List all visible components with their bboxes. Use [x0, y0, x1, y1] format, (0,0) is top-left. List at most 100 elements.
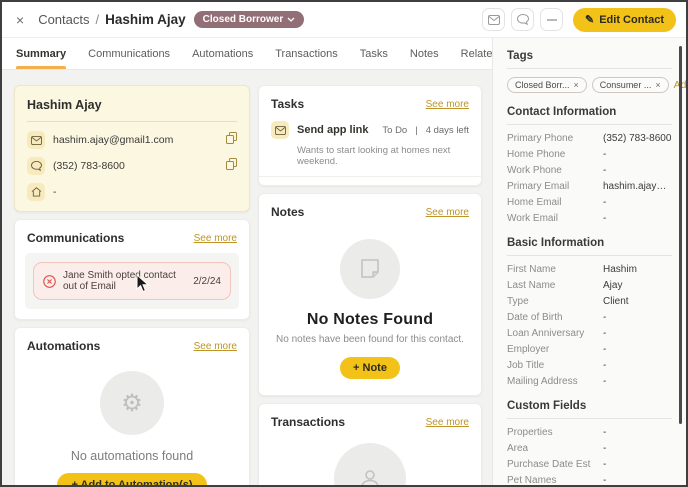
contact-name-heading: Hashim Ajay — [105, 12, 186, 27]
tab-summary[interactable]: Summary — [16, 38, 67, 69]
field-row: Home Phone - — [507, 149, 672, 160]
top-bar-actions: ✎ Edit Contact — [482, 7, 676, 32]
field-label: Type — [507, 296, 529, 307]
task-row[interactable]: Send app link To Do | 4 days left — [259, 117, 481, 139]
edit-contact-button[interactable]: ✎ Edit Contact — [573, 7, 676, 32]
message-action-button[interactable] — [511, 8, 534, 31]
field-value: Client — [603, 296, 629, 307]
contact-card-name: Hashim Ajay — [27, 98, 237, 122]
field-value: - — [603, 328, 607, 339]
field-row: Loan Anniversary - — [507, 328, 672, 339]
field-label: Primary Email — [507, 181, 570, 192]
basic-information-section: Basic Information First Name Hashim Last … — [507, 237, 672, 387]
tags-list: Closed Borr... × Consumer ... × Add Tag — [507, 77, 686, 93]
field-value: - — [603, 149, 607, 160]
more-actions-button[interactable] — [540, 8, 563, 31]
envelope-icon — [487, 14, 500, 25]
opt-out-message: Jane Smith opted contact out of Email — [63, 270, 176, 292]
field-value: - — [603, 213, 607, 224]
copy-email-icon[interactable] — [226, 131, 237, 149]
automations-empty-text: No automations found — [70, 449, 194, 463]
email-action-button[interactable] — [482, 8, 505, 31]
automations-see-more-link[interactable]: See more — [194, 341, 237, 352]
add-note-button[interactable]: + Note — [340, 357, 400, 379]
field-row: Properties - — [507, 427, 672, 438]
communications-card: Communications See more Jane Smith opted… — [14, 219, 250, 320]
field-value: Hashim — [603, 264, 637, 275]
notes-empty-circle — [340, 239, 400, 299]
tag-consumer[interactable]: Consumer ... × — [591, 77, 669, 93]
tasks-card: Tasks See more Send app link To Do | 4 d… — [258, 85, 482, 186]
field-row: Last Name Ajay — [507, 280, 672, 291]
field-row: Area - — [507, 443, 672, 454]
breadcrumb-contacts[interactable]: Contacts — [38, 12, 89, 27]
field-value: - — [603, 312, 607, 323]
field-value: - — [603, 344, 607, 355]
task-description: Wants to start looking at homes next wee… — [259, 139, 481, 177]
transactions-empty-state — [259, 435, 481, 485]
transactions-see-more-link[interactable]: See more — [426, 417, 469, 428]
field-row: Type Client — [507, 296, 672, 307]
edit-pencil-icon: ✎ — [585, 14, 595, 26]
home-icon — [27, 183, 45, 201]
tags-heading: Tags — [507, 50, 672, 69]
tag-label: Consumer ... — [599, 80, 652, 90]
field-label: Area — [507, 443, 529, 454]
note-icon — [361, 259, 379, 278]
automations-empty-circle: ⚙ — [100, 371, 164, 435]
field-label: Home Email — [507, 197, 562, 208]
person-icon — [361, 470, 379, 485]
tab-automations[interactable]: Automations — [192, 38, 253, 69]
field-value: hashim.ajay@gmail1.co... — [603, 181, 672, 192]
communications-see-more-link[interactable]: See more — [194, 233, 237, 244]
contact-information-heading: Contact Information — [507, 106, 672, 125]
task-status: To Do — [382, 124, 408, 136]
close-icon[interactable]: × — [16, 12, 24, 28]
transactions-title: Transactions — [271, 415, 346, 429]
opt-out-alert[interactable]: Jane Smith opted contact out of Email 2/… — [33, 262, 231, 300]
contact-email-value[interactable]: hashim.ajay@gmail1.com — [53, 134, 218, 146]
tag-label: Closed Borr... — [515, 80, 570, 90]
tab-notes[interactable]: Notes — [410, 38, 439, 69]
remove-tag-icon[interactable]: × — [574, 80, 579, 90]
copy-phone-icon[interactable] — [226, 157, 237, 175]
remove-tag-icon[interactable]: × — [655, 80, 660, 90]
field-row: Primary Phone (352) 783-8600 — [507, 133, 672, 144]
sidebar-scrollbar[interactable] — [679, 46, 682, 424]
tasks-title: Tasks — [271, 97, 305, 111]
tasks-see-more-link[interactable]: See more — [426, 99, 469, 110]
communications-title: Communications — [27, 231, 125, 245]
stage-badge[interactable]: Closed Borrower — [193, 11, 305, 28]
field-row: Work Email - — [507, 213, 672, 224]
transactions-card: Transactions See more — [258, 403, 482, 485]
tab-bar: Summary Communications Automations Trans… — [2, 38, 623, 70]
field-row: First Name Hashim — [507, 264, 672, 275]
contact-detail-window: × Contacts / Hashim Ajay Closed Borrower… — [0, 0, 688, 487]
task-meta-separator: | — [415, 124, 418, 136]
tag-closed-borrower[interactable]: Closed Borr... × — [507, 77, 587, 93]
field-label: Work Email — [507, 213, 558, 224]
tab-tasks[interactable]: Tasks — [360, 38, 388, 69]
field-label: Properties — [507, 427, 553, 438]
contact-phone-value[interactable]: (352) 783-8600 — [53, 160, 218, 172]
tab-transactions[interactable]: Transactions — [275, 38, 338, 69]
notes-see-more-link[interactable]: See more — [426, 207, 469, 218]
communications-list: Jane Smith opted contact out of Email 2/… — [25, 253, 239, 309]
gear-icon: ⚙ — [121, 389, 143, 417]
tasks-header: Tasks See more — [259, 86, 481, 117]
chat-bubble-icon — [516, 14, 529, 25]
add-to-automation-button[interactable]: + Add to Automation(s) — [57, 473, 207, 485]
field-row: Pet Names - — [507, 475, 672, 485]
task-envelope-icon — [271, 121, 289, 139]
field-value: - — [603, 197, 607, 208]
tab-communications[interactable]: Communications — [88, 38, 170, 69]
edit-contact-label: Edit Contact — [599, 13, 664, 26]
field-value: - — [603, 443, 607, 454]
custom-fields-section: Custom Fields Properties - Area - Purchase… — [507, 400, 672, 485]
field-label: Last Name — [507, 280, 556, 291]
field-value: Ajay — [603, 280, 623, 291]
field-label: Loan Anniversary — [507, 328, 585, 339]
notes-empty-text: No notes have been found for this contac… — [276, 334, 464, 345]
details-sidebar: Tags Closed Borr... × Consumer ... × Add… — [492, 38, 686, 485]
field-row: Primary Email hashim.ajay@gmail1.co... — [507, 181, 672, 192]
